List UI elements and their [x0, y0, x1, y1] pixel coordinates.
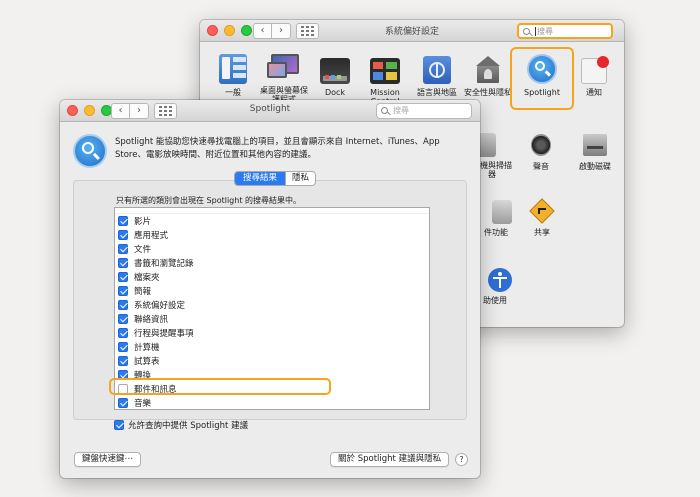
category-label: 簡報	[134, 287, 152, 297]
category-checkbox[interactable]	[118, 342, 128, 352]
category-row[interactable]: 文件	[115, 242, 429, 256]
pane-label: 啟動磁碟	[579, 162, 611, 171]
spotlight-header-icon	[73, 134, 107, 168]
pane-other[interactable]: 件功能	[478, 200, 514, 237]
pane-mission-control[interactable]: Mission Control	[360, 54, 410, 106]
search-placeholder: 搜尋	[393, 106, 409, 115]
category-label: 音樂	[134, 399, 152, 409]
tab-search-results[interactable]: 搜尋結果	[235, 172, 286, 185]
dock-icon	[320, 58, 350, 84]
pane-spotlight[interactable]: Spotlight	[510, 47, 574, 110]
language-region-icon	[423, 56, 451, 84]
pane-label: 一般	[225, 88, 241, 97]
pane-accessibility[interactable]: 助使用	[476, 268, 514, 305]
category-checkbox[interactable]	[118, 216, 128, 226]
category-label: 行程與提醒事項	[134, 329, 194, 339]
pane-dock[interactable]: Dock	[312, 54, 358, 97]
spotlight-icon	[527, 54, 557, 84]
system-preferences-titlebar: ‹ › 系統偏好設定 搜尋	[200, 20, 624, 42]
allow-suggestions-label: 允許查詢中提供 Spotlight 建議	[128, 421, 249, 431]
category-row[interactable]: 檔案夾	[115, 270, 429, 284]
highlight-mail-messages	[109, 378, 331, 395]
pane-label: 語言與地區	[417, 88, 457, 97]
category-row[interactable]: 聯絡資訊	[115, 312, 429, 326]
pane-label: 聲音	[533, 162, 549, 171]
desktop-screensaver-icon	[267, 54, 301, 82]
tab-privacy[interactable]: 隱私	[285, 172, 315, 185]
pane-label: 共享	[534, 228, 550, 237]
pane-label: Dock	[324, 88, 346, 97]
search-icon	[523, 28, 530, 35]
category-label: 應用程式	[134, 231, 169, 241]
category-label: 文件	[134, 245, 152, 255]
category-row[interactable]: 影片	[115, 214, 429, 228]
category-row[interactable]: 系統偏好設定	[115, 298, 429, 312]
category-checkbox[interactable]	[118, 258, 128, 268]
allow-suggestions-checkbox[interactable]	[114, 420, 124, 430]
help-button[interactable]: ?	[455, 453, 468, 466]
category-checkbox[interactable]	[118, 300, 128, 310]
category-label: 影片	[134, 217, 152, 227]
category-row[interactable]: 應用程式	[115, 228, 429, 242]
category-label: 書籤和瀏覽記錄	[134, 259, 194, 269]
startup-disk-icon	[581, 128, 609, 158]
pane-security-privacy[interactable]: 安全性與隱私	[462, 54, 514, 97]
search-placeholder: 搜尋	[535, 27, 553, 36]
category-checkbox[interactable]	[118, 230, 128, 240]
pane-label: 件功能	[484, 228, 508, 237]
pane-desktop-screensaver[interactable]: 桌面與螢幕保護程式	[258, 54, 310, 104]
pane-sharing[interactable]: 共享	[520, 198, 564, 237]
spotlight-window: ‹ › Spotlight 搜尋 Spotlight 能協助您快速尋找電腦上的項…	[60, 100, 480, 478]
spotlight-pane-search[interactable]: 搜尋	[376, 103, 472, 119]
other-pane-icon	[492, 200, 512, 224]
spotlight-description: Spotlight 能協助您快速尋找電腦上的項目，並且會顯示來自 Interne…	[115, 137, 440, 160]
sharing-icon	[529, 198, 555, 224]
accessibility-icon	[488, 268, 512, 292]
search-icon	[381, 107, 388, 114]
general-icon	[219, 54, 247, 84]
category-row[interactable]: 簡報	[115, 284, 429, 298]
category-label: 計算機	[134, 343, 160, 353]
category-label: 試算表	[134, 357, 160, 367]
category-row[interactable]: 試算表	[115, 354, 429, 368]
tab-bar: 搜尋結果 隱私	[234, 171, 317, 186]
pane-startup-disk[interactable]: 啟動磁碟	[570, 128, 620, 171]
category-checkbox[interactable]	[118, 398, 128, 408]
system-preferences-search[interactable]: 搜尋	[517, 23, 613, 39]
category-label: 系統偏好設定	[134, 301, 186, 311]
pane-label: 安全性與隱私	[464, 88, 512, 97]
pane-general[interactable]: 一般	[210, 54, 256, 97]
category-checkbox[interactable]	[118, 272, 128, 282]
mission-control-icon	[370, 58, 400, 84]
pane-sound[interactable]: 聲音	[518, 128, 564, 171]
category-row[interactable]: 書籤和瀏覽記錄	[115, 256, 429, 270]
pane-label: 通知	[586, 88, 602, 97]
sound-icon	[527, 128, 555, 158]
pane-notifications[interactable]: 通知	[572, 54, 616, 97]
keyboard-shortcuts-button[interactable]: 鍵盤快速鍵⋯	[74, 452, 142, 467]
category-label: 檔案夾	[134, 273, 160, 283]
category-row[interactable]: 行程與提醒事項	[115, 326, 429, 340]
category-checkbox[interactable]	[118, 314, 128, 324]
about-spotlight-privacy-button[interactable]: 關於 Spotlight 建議與隱私	[330, 452, 450, 467]
notifications-icon	[581, 56, 609, 84]
category-label: 聯絡資訊	[134, 315, 169, 325]
pane-label: Spotlight	[524, 88, 560, 97]
spotlight-titlebar: ‹ › Spotlight 搜尋	[60, 100, 480, 122]
list-intro-text: 只有所選的類別會出現在 Spotlight 的搜尋結果中。	[116, 196, 302, 205]
category-checkbox[interactable]	[118, 328, 128, 338]
category-checkbox[interactable]	[118, 356, 128, 366]
pane-label: 助使用	[483, 296, 507, 305]
category-checkbox[interactable]	[118, 244, 128, 254]
category-checkbox[interactable]	[118, 286, 128, 296]
category-row[interactable]: 計算機	[115, 340, 429, 354]
security-privacy-icon	[473, 56, 503, 84]
category-row[interactable]: 音樂	[115, 396, 429, 409]
allow-suggestions-row[interactable]: 允許查詢中提供 Spotlight 建議	[114, 419, 248, 431]
pane-language-region[interactable]: 語言與地區	[412, 54, 462, 97]
